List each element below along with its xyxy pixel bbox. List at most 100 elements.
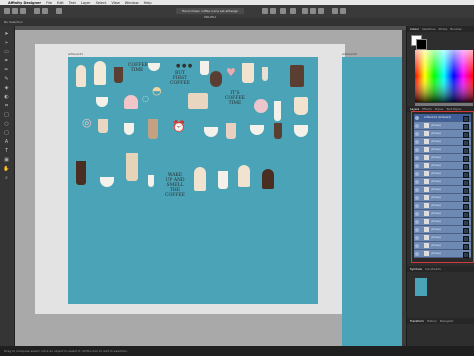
snapping-icon[interactable] bbox=[42, 8, 48, 14]
menu-text[interactable]: Text bbox=[69, 1, 76, 5]
visibility-icon[interactable] bbox=[415, 131, 419, 136]
insert-inside-icon[interactable] bbox=[332, 8, 338, 14]
fill-tool-icon[interactable]: ◈ bbox=[3, 84, 10, 91]
layer-row-artboard[interactable]: Artboard1 (Artboard) bbox=[414, 114, 471, 122]
geometry-intersect-icon[interactable] bbox=[318, 8, 324, 14]
tab-symbols[interactable]: Symbols bbox=[410, 267, 422, 271]
tab-swatches[interactable]: Swatches bbox=[422, 27, 435, 31]
visibility-icon[interactable] bbox=[415, 115, 419, 120]
geometry-subtract-icon[interactable] bbox=[310, 8, 316, 14]
visibility-icon[interactable] bbox=[415, 139, 419, 144]
visibility-checkbox[interactable] bbox=[463, 171, 469, 178]
layer-row[interactable]: (Group) bbox=[414, 122, 471, 130]
layer-row[interactable]: (Group) bbox=[414, 218, 471, 226]
visibility-icon[interactable] bbox=[415, 211, 419, 216]
artboard1-label[interactable]: Artboard1 bbox=[68, 52, 83, 56]
align-icon[interactable] bbox=[280, 8, 286, 14]
visibility-icon[interactable] bbox=[415, 179, 419, 184]
visibility-checkbox[interactable] bbox=[463, 203, 469, 210]
layer-row[interactable]: (Group) bbox=[414, 170, 471, 178]
artboard-1[interactable]: COFFEE TIME ◓ BUT FIRST COFFEE ● ● ● ♥ ◌… bbox=[68, 57, 318, 304]
visibility-icon[interactable] bbox=[415, 227, 419, 232]
tab-history[interactable]: History bbox=[427, 319, 437, 323]
visibility-checkbox[interactable] bbox=[463, 155, 469, 162]
layer-row[interactable]: (Group) bbox=[414, 202, 471, 210]
visibility-icon[interactable] bbox=[415, 187, 419, 192]
visibility-icon[interactable] bbox=[415, 219, 419, 224]
visibility-checkbox[interactable] bbox=[463, 251, 469, 258]
zoom-tool-icon[interactable]: ⌕ bbox=[3, 174, 10, 181]
rectangle-tool-icon[interactable]: □ bbox=[3, 111, 10, 118]
tab-constraints[interactable]: Constraints bbox=[425, 267, 441, 271]
visibility-icon[interactable] bbox=[415, 163, 419, 168]
menu-file[interactable]: File bbox=[46, 1, 52, 5]
transparency-tool-icon[interactable]: ◐ bbox=[3, 93, 10, 100]
visibility-icon[interactable] bbox=[415, 203, 419, 208]
menu-view[interactable]: View bbox=[111, 1, 119, 5]
tab-navigator[interactable]: Navigator bbox=[440, 319, 454, 323]
visibility-icon[interactable] bbox=[415, 251, 419, 256]
visibility-icon[interactable] bbox=[415, 235, 419, 240]
pen-tool-icon[interactable]: ✒ bbox=[3, 57, 10, 64]
view-mode-icon[interactable] bbox=[56, 8, 62, 14]
crop-tool-icon[interactable]: ⌗ bbox=[3, 102, 10, 109]
ellipse-tool-icon[interactable]: ○ bbox=[3, 120, 10, 127]
visibility-checkbox[interactable] bbox=[463, 195, 469, 202]
rounded-rect-tool-icon[interactable]: ▢ bbox=[3, 129, 10, 136]
swatch-grid[interactable] bbox=[415, 50, 473, 110]
tab-brushes[interactable]: Brushes bbox=[450, 27, 461, 31]
layer-row[interactable]: (Group) bbox=[414, 250, 471, 258]
view-tool-icon[interactable]: ✋ bbox=[3, 165, 10, 172]
pixel-persona-icon[interactable] bbox=[12, 8, 18, 14]
node-tool-icon[interactable]: ➢ bbox=[3, 39, 10, 46]
visibility-checkbox[interactable] bbox=[463, 179, 469, 186]
place-image-tool-icon[interactable]: ▣ bbox=[3, 156, 10, 163]
export-persona-icon[interactable] bbox=[20, 8, 26, 14]
visibility-icon[interactable] bbox=[415, 147, 419, 152]
layer-row[interactable]: (Group) bbox=[414, 242, 471, 250]
move-tool-icon[interactable]: ➤ bbox=[3, 30, 10, 37]
layer-row[interactable]: (Group) bbox=[414, 146, 471, 154]
layer-row[interactable]: (Group) bbox=[414, 162, 471, 170]
visibility-checkbox[interactable] bbox=[463, 219, 469, 226]
layer-row[interactable]: (Group) bbox=[414, 194, 471, 202]
visibility-icon[interactable] bbox=[415, 123, 419, 128]
menu-help[interactable]: Help bbox=[144, 1, 152, 5]
artboard-2[interactable] bbox=[342, 57, 406, 346]
layers-list[interactable]: Artboard1 (Artboard) (Group) (Group) (Gr… bbox=[411, 111, 474, 263]
layer-row[interactable]: (Group) bbox=[414, 154, 471, 162]
frame-text-tool-icon[interactable]: T bbox=[3, 147, 10, 154]
stroke-color-well[interactable] bbox=[416, 39, 427, 50]
visibility-icon[interactable] bbox=[415, 195, 419, 200]
symbol-thumbnail[interactable] bbox=[415, 278, 427, 296]
order-front-icon[interactable] bbox=[270, 8, 276, 14]
visibility-checkbox[interactable] bbox=[463, 187, 469, 194]
visibility-checkbox[interactable] bbox=[463, 227, 469, 234]
tab-stroke[interactable]: Stroke bbox=[438, 27, 447, 31]
document-setup-icon[interactable] bbox=[34, 8, 40, 14]
layer-row[interactable]: (Group) bbox=[414, 234, 471, 242]
canvas-area[interactable]: Artboard1 Artboard2 COFFEE TIME ◓ BUT FI… bbox=[15, 26, 406, 346]
menu-layer[interactable]: Layer bbox=[81, 1, 91, 5]
mask-icon[interactable] bbox=[340, 8, 346, 14]
visibility-checkbox[interactable] bbox=[463, 163, 469, 170]
layer-row[interactable]: (Group) bbox=[414, 226, 471, 234]
transform-icon[interactable] bbox=[290, 8, 296, 14]
layer-row[interactable]: (Group) bbox=[414, 130, 471, 138]
pencil-tool-icon[interactable]: ✏ bbox=[3, 66, 10, 73]
menu-select[interactable]: Select bbox=[96, 1, 107, 5]
visibility-icon[interactable] bbox=[415, 155, 419, 160]
layer-row[interactable]: (Group) bbox=[414, 138, 471, 146]
visibility-checkbox[interactable] bbox=[463, 147, 469, 154]
tab-colour[interactable]: Colour bbox=[410, 27, 419, 31]
brush-tool-icon[interactable]: ✎ bbox=[3, 75, 10, 82]
artboard2-label[interactable]: Artboard2 bbox=[342, 52, 357, 56]
app-name[interactable]: Affinity Designer bbox=[8, 1, 41, 5]
visibility-checkbox[interactable] bbox=[463, 235, 469, 242]
visibility-icon[interactable] bbox=[415, 243, 419, 248]
menu-edit[interactable]: Edit bbox=[57, 1, 64, 5]
designer-persona-icon[interactable] bbox=[4, 8, 10, 14]
artboard-tool-icon[interactable]: ▭ bbox=[3, 48, 10, 55]
layer-row[interactable]: (Group) bbox=[414, 186, 471, 194]
visibility-checkbox[interactable] bbox=[463, 243, 469, 250]
